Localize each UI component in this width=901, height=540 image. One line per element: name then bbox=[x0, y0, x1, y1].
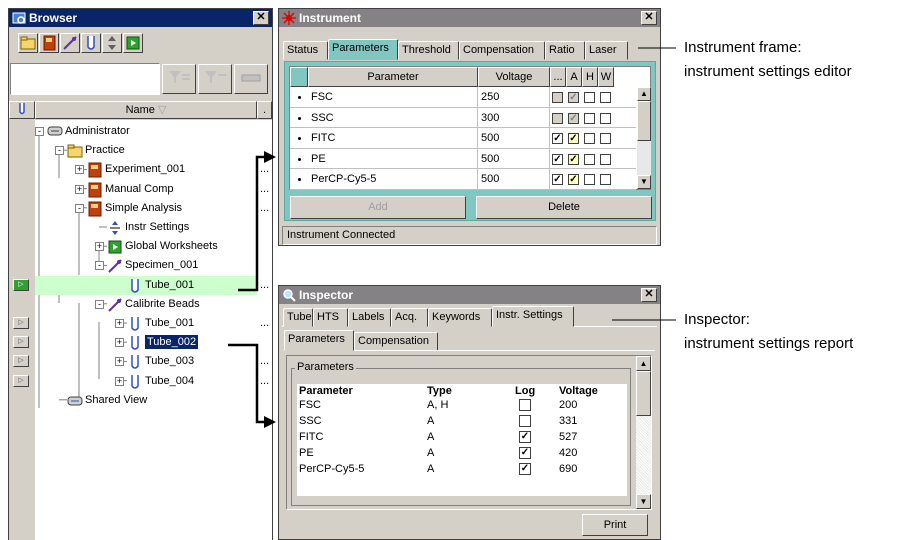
inspector-callout-desc: instrument settings report bbox=[684, 335, 854, 352]
tab-instr-settings[interactable]: Instr. Settings bbox=[492, 306, 574, 327]
subtab-parameters[interactable]: Parameters bbox=[284, 330, 354, 351]
inspector-arrow-line bbox=[228, 343, 266, 424]
instrument-arrow-line bbox=[238, 155, 266, 292]
instrument-callout-desc: instrument settings editor bbox=[684, 63, 852, 80]
inspector-arrowhead bbox=[264, 416, 276, 428]
instrument-arrowhead bbox=[264, 151, 276, 163]
instrument-callout-title: Instrument frame: bbox=[684, 39, 802, 56]
tab-parameters[interactable]: Parameters bbox=[328, 39, 398, 60]
inspector-callout-title: Inspector: bbox=[684, 311, 750, 328]
